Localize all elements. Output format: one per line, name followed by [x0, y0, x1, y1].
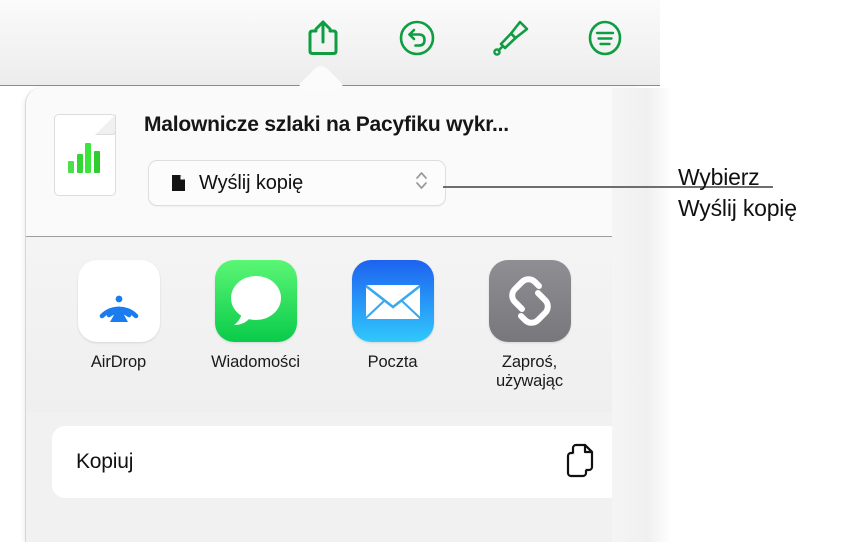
- undo-icon: [397, 18, 437, 58]
- share-target-label: Zaproś, używając: [495, 353, 564, 390]
- toolbar-button-group: [300, 12, 628, 64]
- screenshot-root: Malownicze szlaki na Pacyfiku wykr... Wy…: [0, 0, 846, 542]
- share-target-airdrop[interactable]: AirDrop: [50, 260, 187, 372]
- chevron-up-down-icon: [415, 169, 428, 198]
- mail-icon: [351, 260, 434, 342]
- popover-pointer: [296, 62, 346, 90]
- send-mode-value: Wyślij kopię: [199, 171, 304, 194]
- document-icon: [171, 174, 186, 192]
- share-actions-list: Kopiuj: [26, 412, 648, 542]
- link-icon: [488, 260, 571, 342]
- copy-icon: [564, 442, 598, 483]
- numbers-chart-icon: [68, 143, 100, 173]
- undo-button[interactable]: [394, 12, 440, 64]
- messages-icon: [214, 260, 297, 342]
- share-target-label: Poczta: [367, 353, 418, 371]
- copy-action-label: Kopiuj: [76, 450, 134, 473]
- share-target-messages[interactable]: Wiadomości: [187, 260, 324, 372]
- page-fold-corner: [95, 114, 116, 135]
- callout-label: Wybierz Wyślij kopię: [678, 164, 797, 221]
- share-target-mail[interactable]: Poczta: [324, 260, 461, 372]
- share-sheet-header: Malownicze szlaki na Pacyfiku wykr... Wy…: [26, 88, 648, 237]
- popover-edge-fade: [612, 88, 672, 542]
- document-title: Malownicze szlaki na Pacyfiku wykr...: [144, 113, 509, 136]
- view-options-icon: [585, 18, 625, 58]
- share-targets-row: AirDrop Wiadomości Poczta Zaproś, używaj…: [26, 237, 648, 412]
- share-sheet-popover: Malownicze szlaki na Pacyfiku wykr... Wy…: [25, 88, 649, 542]
- document-thumbnail: [54, 114, 116, 196]
- format-brush-icon: [490, 17, 532, 59]
- share-target-invite-with-link[interactable]: Zaproś, używając: [461, 260, 598, 391]
- annotation-area: [660, 0, 846, 542]
- format-button[interactable]: [488, 12, 534, 64]
- view-options-button[interactable]: [582, 12, 628, 64]
- copy-action-row[interactable]: Kopiuj: [52, 426, 622, 498]
- share-icon: [305, 18, 341, 58]
- send-mode-dropdown[interactable]: Wyślij kopię: [148, 160, 446, 206]
- share-button[interactable]: [300, 12, 346, 64]
- share-target-label: Wiadomości: [211, 353, 300, 371]
- airdrop-icon: [77, 260, 160, 342]
- share-target-label: AirDrop: [90, 353, 147, 371]
